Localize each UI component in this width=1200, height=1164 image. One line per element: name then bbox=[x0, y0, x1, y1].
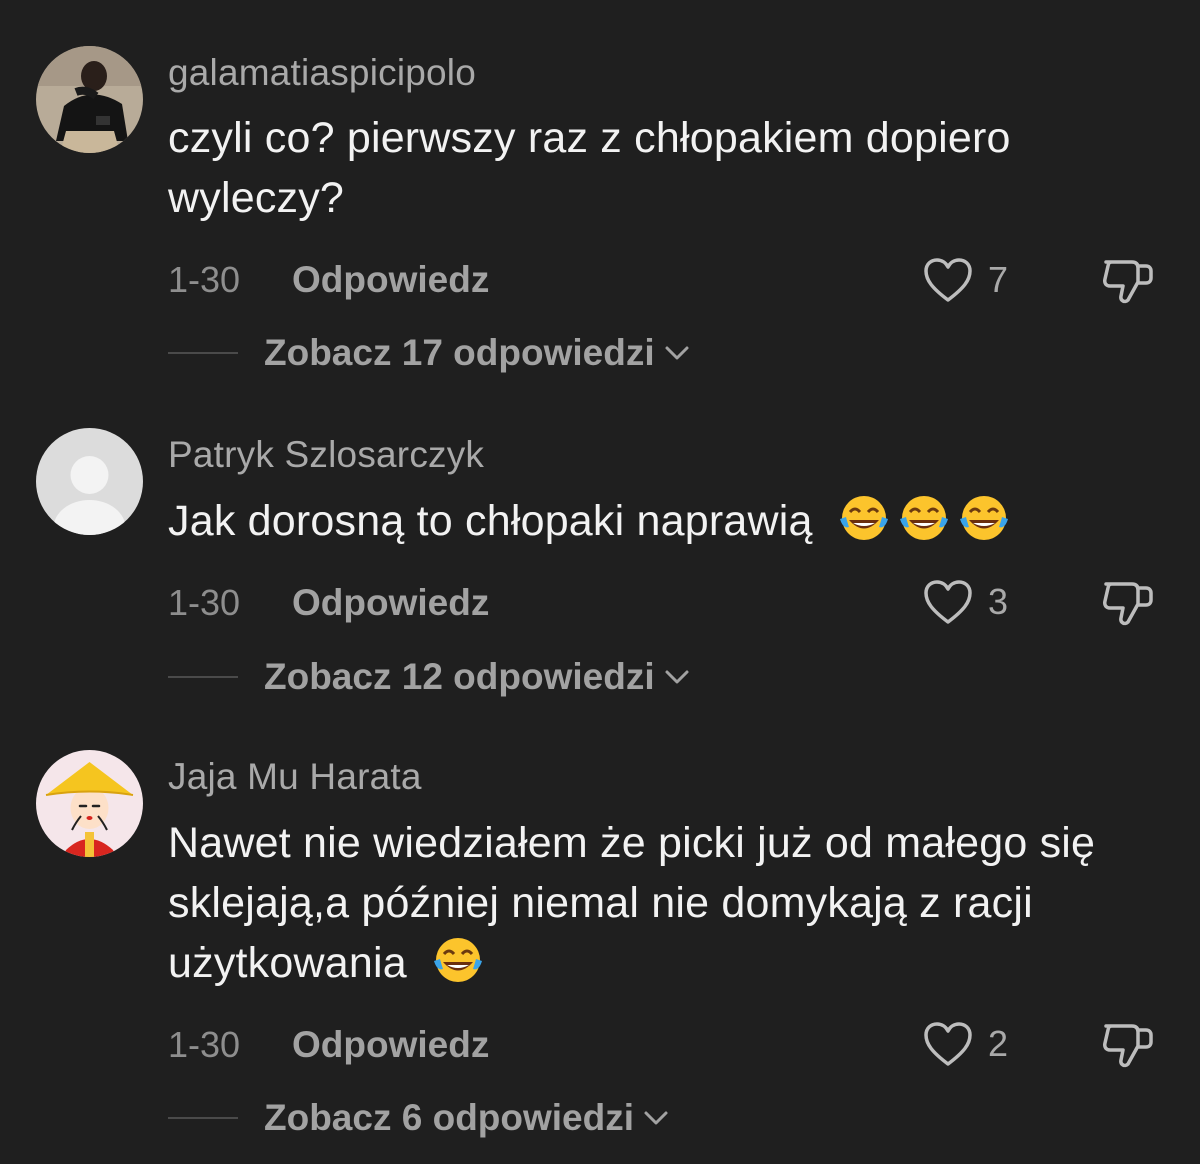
avatar[interactable] bbox=[36, 750, 143, 857]
dislike-button[interactable] bbox=[1100, 1018, 1156, 1070]
chevron-down-icon bbox=[665, 670, 689, 684]
tears-of-joy-emoji bbox=[431, 935, 485, 985]
like-button[interactable]: 7 bbox=[922, 256, 1008, 304]
comment-text-content: Jak dorosną to chłopaki naprawią bbox=[168, 497, 813, 545]
like-button[interactable]: 3 bbox=[922, 578, 1008, 626]
dislike-button[interactable] bbox=[1100, 254, 1156, 306]
divider bbox=[168, 352, 238, 354]
reply-button[interactable]: Odpowiedz bbox=[292, 259, 489, 301]
divider bbox=[168, 1117, 238, 1119]
comment-date: 1-30 bbox=[168, 582, 241, 623]
heart-icon bbox=[924, 580, 972, 624]
like-count: 2 bbox=[988, 1023, 1009, 1064]
reply-button[interactable]: Odpowiedz bbox=[292, 1024, 489, 1066]
chevron-down-icon bbox=[665, 346, 689, 360]
comment-text: czyli co? pierwszy raz z chłopakiem dopi… bbox=[168, 114, 1011, 222]
like-count: 7 bbox=[988, 259, 1009, 300]
chevron-down-icon bbox=[644, 1111, 668, 1125]
view-replies-label: Zobacz 17 odpowiedzi bbox=[264, 332, 655, 373]
avatar[interactable] bbox=[36, 428, 143, 535]
heart-icon bbox=[924, 258, 972, 302]
view-replies-button[interactable]: Zobacz 6 odpowiedzi bbox=[168, 1097, 670, 1139]
heart-icon bbox=[924, 1022, 972, 1066]
comment-text: Nawet nie wiedziałem że picki już od mał… bbox=[168, 813, 1148, 993]
view-replies-button[interactable]: Zobacz 12 odpowiedzi bbox=[168, 656, 691, 698]
tears-of-joy-emoji bbox=[837, 493, 891, 543]
tears-of-joy-emoji bbox=[897, 493, 951, 543]
comment-text: Jak dorosną to chłopaki naprawią bbox=[168, 491, 1148, 551]
comment-text-content: Nawet nie wiedziałem że picki już od mał… bbox=[168, 819, 1096, 987]
view-replies-button[interactable]: Zobacz 17 odpowiedzi bbox=[168, 332, 691, 374]
like-count: 3 bbox=[988, 581, 1009, 622]
dislike-button[interactable] bbox=[1100, 576, 1156, 628]
view-replies-label: Zobacz 12 odpowiedzi bbox=[264, 656, 655, 697]
thumbs-down-icon bbox=[1103, 260, 1153, 304]
username[interactable]: galamatiaspicipolo bbox=[168, 52, 476, 94]
thumbs-down-icon bbox=[1103, 1024, 1153, 1068]
tears-of-joy-emoji bbox=[957, 493, 1011, 543]
view-replies-label: Zobacz 6 odpowiedzi bbox=[264, 1097, 635, 1138]
username[interactable]: Jaja Mu Harata bbox=[168, 756, 422, 798]
reply-button[interactable]: Odpowiedz bbox=[292, 582, 489, 624]
like-button[interactable]: 2 bbox=[922, 1020, 1008, 1068]
avatar[interactable] bbox=[36, 46, 143, 153]
comment-date: 1-30 bbox=[168, 259, 241, 300]
username[interactable]: Patryk Szlosarczyk bbox=[168, 434, 484, 476]
thumbs-down-icon bbox=[1103, 582, 1153, 626]
comment-date: 1-30 bbox=[168, 1024, 241, 1065]
divider bbox=[168, 676, 238, 678]
